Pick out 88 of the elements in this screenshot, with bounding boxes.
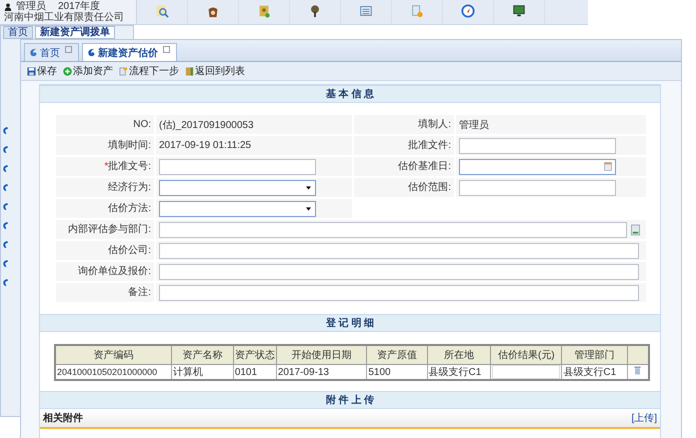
book-icon <box>185 66 194 76</box>
field-value: 2017-09-19 01:11:25 <box>159 140 252 151</box>
close-icon[interactable] <box>65 46 72 53</box>
document-icon[interactable] <box>410 4 424 18</box>
swirl-icon[interactable] <box>2 202 9 211</box>
input-field[interactable] <box>159 242 639 258</box>
safe-icon[interactable] <box>257 4 271 18</box>
field-label: *批准文号: <box>56 157 154 176</box>
table-cell: 计算机 <box>172 367 203 378</box>
field-label: 填制人: <box>354 115 454 134</box>
upload-link[interactable]: [上传] <box>631 411 657 425</box>
field-label: 估价方法: <box>56 199 154 218</box>
tab[interactable]: 首页 <box>24 43 79 61</box>
user-name: 管理员 <box>16 1 46 12</box>
field-label: 估价范围: <box>354 178 454 197</box>
toolbar-button[interactable]: 返回到列表 <box>183 64 247 78</box>
field-label: 填制时间: <box>56 136 154 155</box>
section-title: 基 本 信 息 <box>326 88 374 101</box>
field-value: (估)_2017091900053 <box>159 118 254 132</box>
swirl-icon <box>87 48 96 57</box>
table-cell: 20410001050201000000 <box>57 367 158 377</box>
magnifier-icon[interactable] <box>155 4 169 18</box>
swirl-icon[interactable] <box>2 259 9 268</box>
swirl-icon <box>29 48 38 57</box>
toolbar-button[interactable]: 保存 <box>25 64 59 78</box>
field-label: NO: <box>56 115 154 134</box>
toolbar-button[interactable]: 添加资产 <box>61 64 115 78</box>
swirl-icon[interactable] <box>2 221 9 230</box>
input-field[interactable] <box>492 365 560 379</box>
swirl-icon[interactable] <box>2 126 9 135</box>
field-label: 内部评估参与部门: <box>56 220 154 239</box>
swirl-icon[interactable] <box>2 145 9 154</box>
calendar-icon[interactable] <box>604 162 612 170</box>
field-label: 询价单位及报价: <box>56 262 154 281</box>
caret-icon <box>306 206 311 210</box>
field-label: 估价公司: <box>56 241 154 260</box>
column-header: 所在地 <box>427 345 491 364</box>
table-cell: 县级支行C1 <box>428 367 482 378</box>
caret-icon <box>306 186 311 190</box>
compass-icon[interactable] <box>461 4 475 18</box>
swirl-icon[interactable] <box>2 164 9 173</box>
trash-icon[interactable] <box>634 366 642 375</box>
company-name: 河南中烟工业有限责任公司 <box>4 12 124 23</box>
monitor-icon[interactable] <box>512 4 526 18</box>
plus-icon <box>63 66 72 76</box>
table-cell: 县级支行C1 <box>563 367 616 378</box>
year-label: 2017年度 <box>58 1 100 12</box>
column-header: 资产原值 <box>366 345 428 364</box>
document-icon <box>119 66 128 76</box>
field-value: 管理员 <box>459 118 489 132</box>
person-icon <box>4 2 12 10</box>
column-header: 资产状态 <box>233 345 276 364</box>
table-cell: 0101 <box>234 366 258 378</box>
field-label: 估价基准日: <box>354 157 454 176</box>
section-title: 附 件 上 传 <box>326 394 374 407</box>
date-field[interactable] <box>459 158 616 174</box>
input-field[interactable] <box>159 222 627 238</box>
save-icon <box>27 66 36 76</box>
input-field[interactable] <box>159 264 639 280</box>
dropdown[interactable] <box>159 200 316 216</box>
tab[interactable]: 新建资产估价 <box>82 43 177 61</box>
picker-icon[interactable] <box>631 224 640 236</box>
field-label: 经济行为: <box>56 178 154 197</box>
table-cell: 5100 <box>368 366 391 378</box>
tree-icon[interactable] <box>308 4 322 18</box>
tab[interactable]: 首页 <box>3 26 33 39</box>
tab[interactable]: 新建资产调拨单 <box>35 26 115 39</box>
column-header: 开始使用日期 <box>276 345 367 364</box>
toolbar-button[interactable]: 流程下一步 <box>117 64 181 78</box>
input-field[interactable] <box>159 284 639 300</box>
column-header: 资产编码 <box>55 345 172 364</box>
field-label: 备注: <box>56 283 154 302</box>
input-field[interactable] <box>159 158 316 174</box>
table-cell: 2017-09-13 <box>278 366 329 378</box>
input-field[interactable] <box>459 138 616 154</box>
column-header: 资产名称 <box>171 345 234 364</box>
column-header: 估价结果(元) <box>490 345 562 364</box>
list-icon[interactable] <box>359 4 373 18</box>
input-field[interactable] <box>459 180 616 196</box>
column-header: 管理部门 <box>562 345 628 364</box>
attachment-label: 相关附件 <box>43 412 83 425</box>
dropdown[interactable] <box>159 180 316 196</box>
section-title: 登 记 明 细 <box>326 316 374 330</box>
swirl-icon[interactable] <box>2 240 9 249</box>
swirl-icon[interactable] <box>2 278 9 287</box>
field-label: 批准文件: <box>354 136 454 155</box>
close-icon[interactable] <box>163 46 170 53</box>
swirl-icon[interactable] <box>2 183 9 192</box>
